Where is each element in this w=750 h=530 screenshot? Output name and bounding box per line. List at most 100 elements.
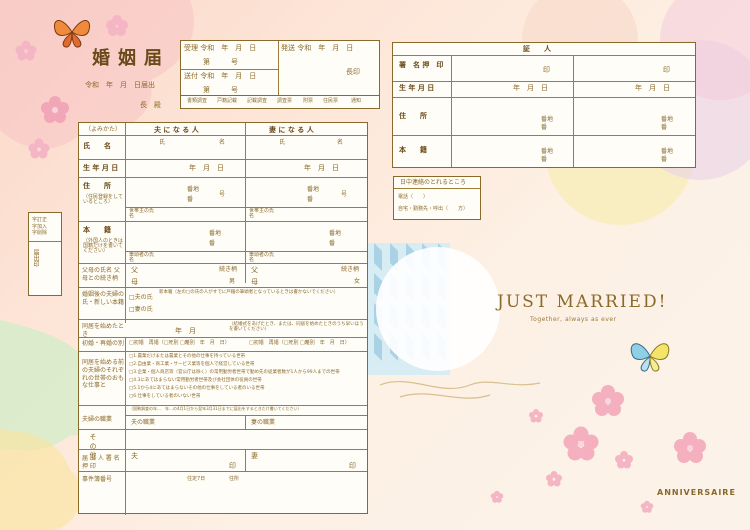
cohabit-value: 年 月 [175,327,196,335]
witness1-seal: 印 [543,66,550,74]
sakura-flower-icon [529,409,543,423]
sakura-flower-icon [615,451,633,469]
sakura-flower-icon [592,385,624,416]
white-circle-decoration [376,247,500,371]
occupation-before-label: 同居を始める前の夫婦のそれぞれの世帯のおもな仕事と [82,359,125,390]
wife-job: 妻の職業 [251,419,276,426]
witness-title: 証 人 [523,45,551,53]
witness-birth-label: 生 年 月 日 [399,84,435,92]
sakura-flower-icon [41,96,69,123]
husband-relation: 続き柄 [219,266,238,273]
husband-father: 父 [131,266,138,274]
first-name-sub: 名 [219,139,226,146]
sakura-flower-icon [640,500,654,513]
wife-signer: 妻 [251,452,258,460]
husband-honseki-banchi: 番地 [209,230,222,237]
check-item: 書類調査 [187,98,208,104]
filed-date: 令和 年 月 日届出 [85,81,155,89]
daytime-home[interactable]: 自宅・勤務先・呼出（ 方） [398,207,468,212]
witness2-honseki-banchi: 番地 [661,148,674,155]
witness1-birth: 年 月 日 [513,84,548,92]
just-married-headline: JUST MARRIED! [497,292,668,312]
wife-go: 号 [341,191,348,198]
wife-mother: 母 [251,278,258,286]
husband-mother: 母 [131,278,138,286]
orange-butterfly-icon [53,20,91,48]
witness2-birth: 年 月 日 [635,84,670,92]
last-name-sub: 氏 [159,139,166,146]
to-mayor: 長 殿 [140,101,161,109]
husband-marriage-count[interactable]: □初婚 再婚（□死別 □離別 年 月 日） [129,341,230,346]
wife-name-option[interactable]: □妻の氏 [129,307,153,313]
address-note: （住民登録をしているところ） [83,194,123,205]
witness1-banchi: 番地 [541,116,554,123]
anniversaire-logo: ANNIVERSAIRE [657,488,736,497]
witness-honseki-label: 本 籍 [399,146,427,154]
job-option[interactable]: □5.1から4にあてはまらないその他の仕事をしている者のいる世帯 [129,386,264,392]
job-option[interactable]: □1.農業だけまたは農業とその他の仕事を持っている世帯 [129,354,245,360]
head-seal: 長印 [346,68,360,76]
witness1-ban: 番 [541,124,548,131]
husband-signer: 夫 [131,452,138,460]
sent-number: 第 号 [203,86,238,94]
husband-seal: 印 [229,462,236,470]
sakura-flower-icon [563,426,599,461]
parents-row-label: 父母の氏名 父母との続き柄 [82,267,120,282]
husband-honseki-ban: 番 [209,240,216,247]
occupation-note: （国勢調査の年… 年…の4月1日から翌年3月31日までに届出をするときだけ書いて… [129,406,302,411]
job-option[interactable]: □4.3にあてはまらない常用勤労者世帯及び会社団体の役員の世帯 [129,378,262,384]
sakura-flower-icon [546,471,562,487]
filer-seal-label: 届出印 [32,249,39,267]
gold-wave-lines [379,380,541,399]
wife-father: 父 [251,266,258,274]
sakura-flower-icon [28,138,50,159]
check-item: 記載調査 [247,98,268,104]
marriage-count-label: 初婚・再婚の別 [82,340,125,347]
sent-label: 送付 令和 年 月 日 [184,72,257,80]
wife-ban: 番 [307,196,314,203]
check-item: 戸籍記載 [217,98,238,104]
case-number-label: 事件簿番号 [82,476,113,483]
wife-column-header: 妻 に な る 人 [269,126,314,134]
job-option[interactable]: □3.企業・個人商店等（官公庁は除く）の常用勤労者世帯で勤め先の従業者数が1人か… [129,370,340,376]
husband-job: 夫の職業 [131,419,156,426]
witness2-ban: 番 [661,124,668,131]
sakura-flower-icon [15,40,37,61]
witness-sign-label: 署 名 押 印 [399,61,444,69]
daytime-title: 日中連絡のとれるところ [400,179,467,186]
marriage-registration-form-page: 婚姻届 令和 年 月 日届出 長 殿 受理 令和 年 月 日 第 号 送付 令和… [0,0,750,530]
check-strip: 書類調査 戸籍記載 記載調査 調査票 附票 住民票 通知 [180,95,380,109]
witness2-honseki-ban: 番 [661,156,668,163]
occupation-label: 夫婦の職業 [82,416,113,423]
husband-setainushi: 世帯主の氏名 [129,208,155,219]
job-option[interactable]: □6.仕事をしている者のいない世帯 [129,394,200,400]
witness2-seal: 印 [663,66,670,74]
husband-banchi: 番地 [187,186,200,193]
daytime-phone[interactable]: 電話（ ） [398,195,428,200]
check-item: 住民票 [323,98,339,104]
sakura-flower-icon [490,490,504,503]
husband-ban: 番 [187,196,194,203]
last-name-sub: 氏 [279,139,286,146]
birth-row-label: 生 年 月 日 [83,164,119,172]
issue-label: 発送 令和 年 月 日 [281,44,354,52]
daytime-contact-box: 日中連絡のとれるところ 電話（ ） 自宅・勤務先・呼出（ 方） [393,176,481,220]
honseki-row-label: 本 籍 [83,226,111,234]
wife-hittousha: 筆頭者の氏名 [249,252,275,263]
husband-column-header: 夫 に な る 人 [154,126,199,134]
after-name-label: 婚姻後の夫婦の氏・新しい本籍 [82,291,125,306]
witness2-banchi: 番地 [661,116,674,123]
address-label: 住所 [229,476,240,482]
wife-seal: 印 [349,462,356,470]
wife-marriage-count[interactable]: □初婚 再婚（□死別 □離別 年 月 日） [249,341,350,346]
husband-name-option[interactable]: □夫の氏 [129,295,153,301]
cohabit-note: （結婚式をあげたとき、または、同居を始めたときのうち早いほうを書いてください） [229,322,364,332]
husband-birth: 年 月 日 [189,164,224,172]
job-option[interactable]: □2.自由業・商工業・サービス業等を個人で経営している世帯 [129,362,254,368]
wife-relation: 続き柄 [341,266,360,273]
check-item: 調査票 [277,98,293,104]
received-label: 受理 令和 年 月 日 [184,44,257,52]
name-row-label: 氏 名 [83,142,111,150]
wife-honseki-banchi: 番地 [329,230,342,237]
witness-table: 証 人 署 名 押 印 印 印 生 年 月 日 年 月 日 年 月 日 住 所 … [392,42,696,168]
